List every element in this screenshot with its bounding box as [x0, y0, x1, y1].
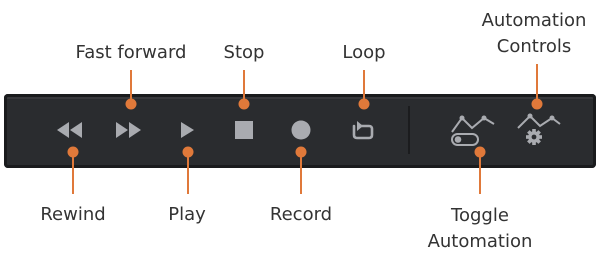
label-record: Record [269, 204, 333, 225]
label-toggle-automation-line2: Automation [427, 231, 533, 252]
stop-icon[interactable] [233, 119, 255, 141]
record-icon[interactable] [290, 119, 312, 141]
label-play: Play [168, 204, 206, 225]
callout-line-rewind [72, 152, 74, 194]
callout-dot-play [182, 146, 194, 158]
label-automation-controls: Automation Controls [482, 8, 587, 60]
automation-controls-icon[interactable] [512, 110, 564, 150]
callout-dot-rewind [67, 146, 79, 158]
rewind-icon[interactable] [53, 119, 87, 141]
play-icon[interactable] [176, 119, 198, 141]
label-automation-controls-line2: Controls [496, 36, 572, 57]
callout-line-play [187, 152, 189, 194]
callout-line-record [300, 152, 302, 194]
callout-dot-fast-forward [125, 98, 137, 110]
label-fast-forward: Fast forward [75, 42, 187, 63]
callout-dot-stop [238, 98, 250, 110]
loop-icon[interactable] [348, 115, 378, 145]
label-automation-controls-line1: Automation [481, 10, 587, 31]
callout-dot-record [295, 146, 307, 158]
callout-dot-automation-controls [531, 98, 543, 110]
callout-dot-loop [358, 98, 370, 110]
label-loop: Loop [342, 42, 386, 63]
fast-forward-icon[interactable] [112, 119, 146, 141]
callout-line-toggle-automation [479, 152, 481, 194]
toggle-automation-icon[interactable] [446, 110, 498, 150]
label-rewind: Rewind [40, 204, 106, 225]
callout-dot-toggle-automation [474, 146, 486, 158]
transport-divider [408, 106, 410, 154]
label-toggle-automation-line1: Toggle [451, 205, 509, 226]
label-stop: Stop [223, 42, 265, 63]
label-toggle-automation: Toggle Automation [428, 203, 533, 255]
